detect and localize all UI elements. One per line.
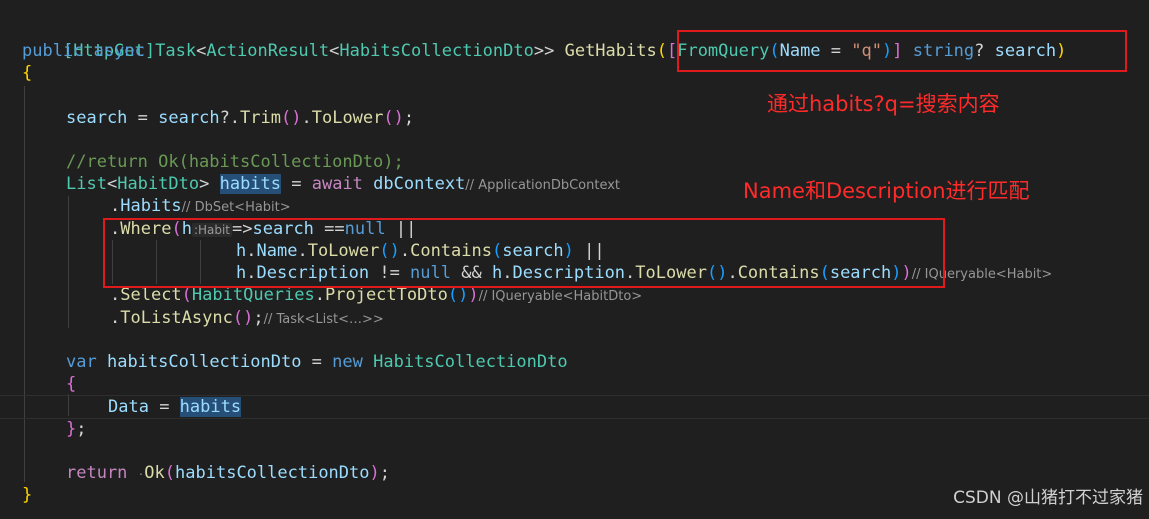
bracket: () [383, 108, 404, 128]
operator: = [127, 108, 159, 128]
method-name: ProjectToDto [325, 285, 448, 305]
identifier: Data [108, 397, 149, 417]
method-name: ToLower [311, 108, 384, 128]
bracket: } [66, 419, 77, 439]
identifier: search [158, 108, 220, 128]
inlay-hint: // ApplicationDbContext [465, 178, 621, 193]
method-name: Ok [144, 463, 165, 483]
code-line-19[interactable]: }; [66, 418, 87, 440]
annotation-box-query [677, 30, 1127, 72]
punct: . [314, 285, 325, 305]
method-name: Trim [240, 108, 281, 128]
code-line-16[interactable]: var habitsCollectionDto = new HabitsColl… [66, 351, 568, 373]
code-line-9[interactable]: .Habits// DbSet<Habit> [110, 195, 291, 217]
bracket: () [447, 285, 469, 305]
punct: >> [533, 41, 555, 61]
bracket: } [22, 485, 33, 505]
punct: . [301, 108, 312, 128]
keyword: var [66, 352, 97, 372]
method-name: GetHabits [564, 41, 657, 61]
punct: < [196, 41, 207, 61]
bracket: () [232, 308, 254, 328]
identifier: habitsCollectionDto [106, 352, 302, 372]
keyword: await [311, 174, 363, 194]
keyword: public [22, 41, 84, 61]
code-line-7[interactable]: //return Ok(habitsCollectionDto); [66, 151, 404, 173]
identifier: search [66, 108, 128, 128]
operator: ?. [219, 108, 241, 128]
keyword: new [332, 352, 363, 372]
type: HabitsCollectionDto [373, 352, 568, 372]
code-line-14[interactable]: .ToListAsync();// Task<List<…>> [110, 307, 384, 329]
type: ActionResult [206, 41, 330, 61]
punct: ; [379, 463, 390, 483]
punct: . [110, 285, 121, 305]
operator: = [281, 174, 312, 194]
bracket: ( [164, 463, 176, 483]
identifier: dbContext [373, 174, 466, 194]
annotation-note-match: Name和Description进行匹配 [743, 179, 1030, 203]
comment: //return Ok(habitsCollectionDto); [66, 152, 404, 172]
keyword: async [93, 41, 145, 61]
inlay-hint: // IQueryable<HabitDto> [478, 289, 643, 304]
punct: ; [76, 419, 87, 439]
bracket: ) [369, 463, 380, 483]
type: HabitQueries [191, 285, 315, 305]
punct: < [106, 174, 118, 194]
code-line-18[interactable]: Data = habits [108, 396, 242, 418]
punct: > [199, 174, 210, 194]
type: List [66, 174, 107, 194]
type: Task [155, 41, 197, 61]
bracket: { [22, 63, 33, 83]
bracket: () [281, 108, 302, 128]
type: HabitDto [117, 174, 200, 194]
indent-guide [24, 86, 25, 482]
annotation-box-match [103, 218, 945, 288]
identifier: Habits [120, 196, 182, 216]
code-line-17[interactable]: { [66, 373, 76, 395]
bracket: ( [656, 41, 667, 61]
punct: < [329, 41, 340, 61]
punct: ; [403, 108, 415, 128]
punct: . [110, 308, 121, 328]
code-line-8[interactable]: List<HabitDto> habits = await dbContext/… [66, 173, 620, 195]
type: HabitsCollectionDto [339, 41, 534, 61]
operator: = [148, 397, 180, 417]
bracket: [ [666, 41, 678, 61]
code-line-21[interactable]: return ·Ok(habitsCollectionDto); [66, 462, 390, 484]
annotation-note-query: 通过habits?q=搜索内容 [767, 92, 1000, 116]
bracket: ) [468, 285, 479, 305]
method-name: Select [120, 285, 182, 305]
inlay-hint: // DbSet<Habit> [181, 200, 291, 215]
punct: . [110, 196, 121, 216]
operator: = [301, 352, 333, 372]
code-line-3[interactable]: { [22, 62, 32, 84]
punct: ; [253, 308, 264, 328]
method-name: ToListAsync [120, 308, 233, 328]
bracket: { [66, 374, 77, 394]
identifier-highlighted: habits [179, 397, 242, 417]
keyword: return [66, 463, 128, 483]
code-line-1[interactable]: [HttpGet] [22, 18, 155, 61]
inlay-hint: // Task<List<…>> [263, 312, 384, 327]
code-line-5[interactable]: search = search?.Trim().ToLower(); [66, 107, 414, 129]
watermark: CSDN @山猪打不过家猪 [953, 488, 1143, 508]
code-line-22[interactable]: } [22, 484, 32, 506]
bracket: ( [181, 285, 192, 305]
identifier-highlighted: habits [219, 174, 282, 194]
identifier: habitsCollectionDto [175, 463, 370, 483]
indent-guide [68, 196, 69, 328]
